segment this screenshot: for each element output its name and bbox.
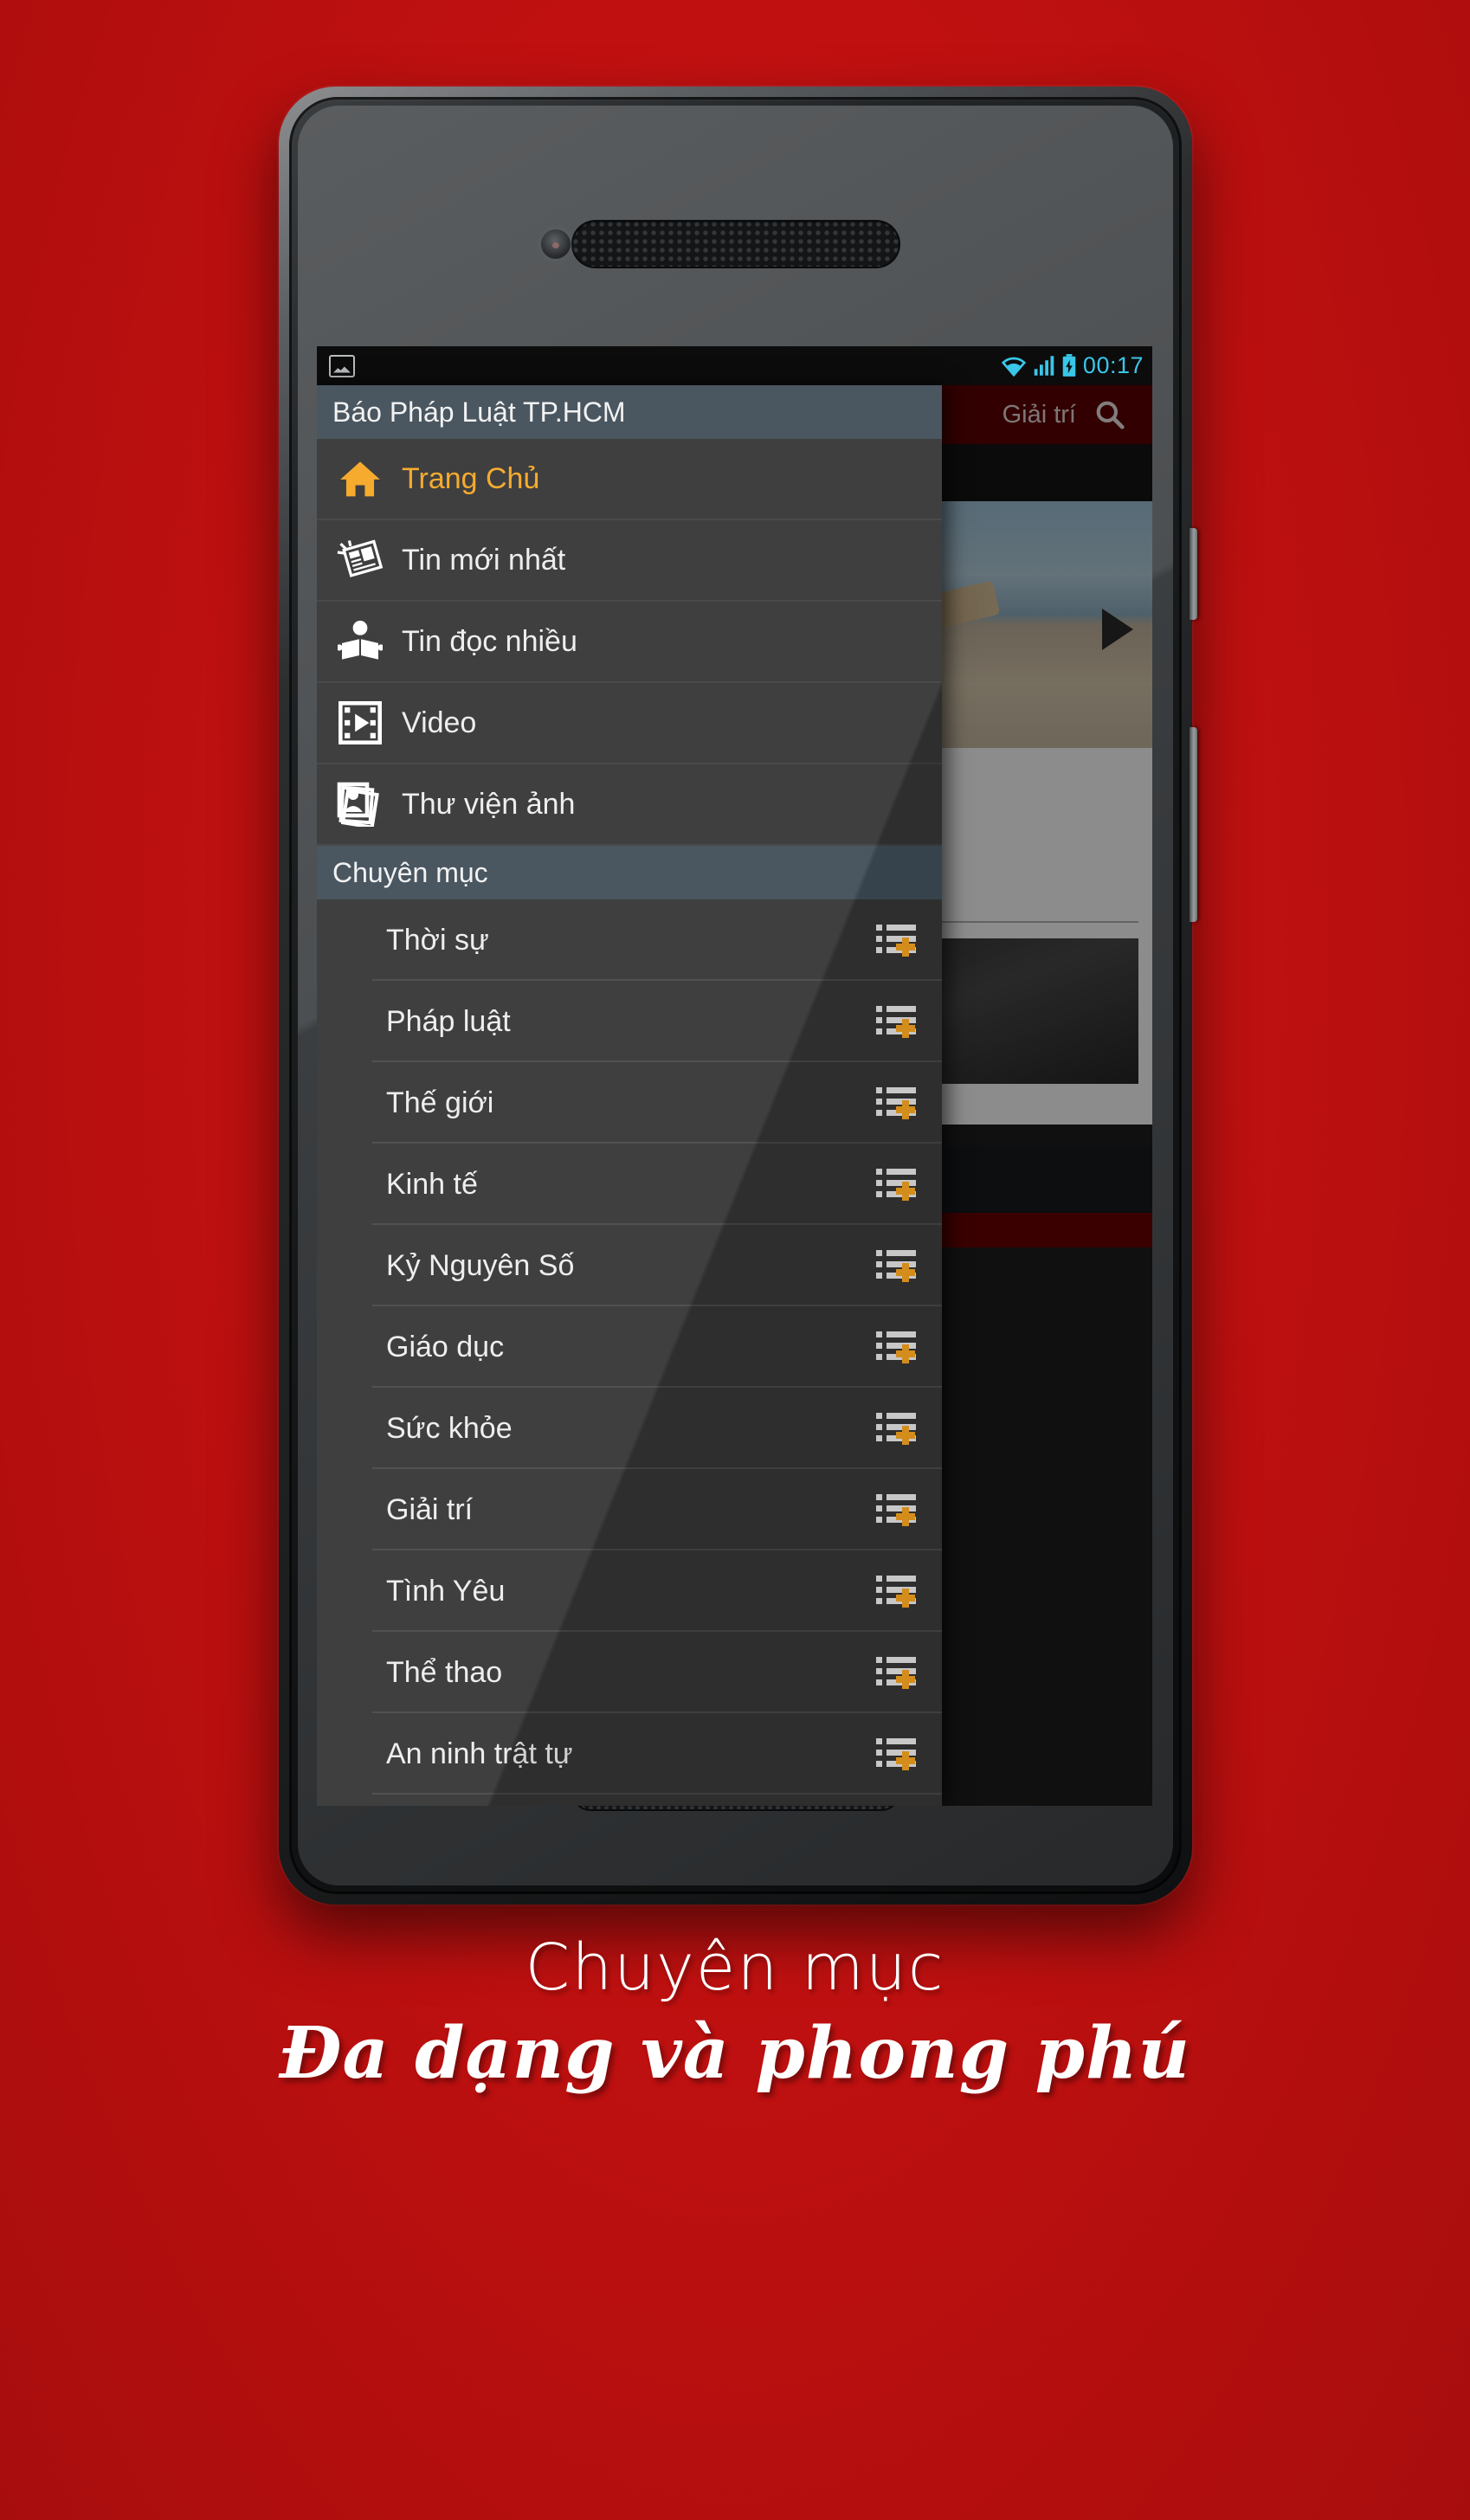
volume-button[interactable]: [1190, 727, 1197, 922]
sidebar-item-thu-vien-anh[interactable]: Thư viện ảnh: [317, 764, 942, 846]
sidebar-category-an-ninh-trat-tu[interactable]: An ninh trật tự: [317, 1713, 942, 1795]
sidebar-category-label: Thế giới: [386, 1086, 494, 1119]
app-bar-title: Giải trí: [1002, 400, 1076, 429]
sidebar-category-kinh-te[interactable]: Kinh tế: [317, 1144, 942, 1225]
status-bar-system-icons: 00:17: [1001, 352, 1144, 379]
sidebar-category-label: Giáo dục: [386, 1330, 505, 1363]
photo-stack-icon: [336, 780, 384, 828]
sidebar-category-tinh-yeu[interactable]: Tình Yêu: [317, 1550, 942, 1632]
battery-charging-icon: [1062, 354, 1076, 377]
sidebar-category-giai-tri[interactable]: Giải trí: [317, 1469, 942, 1550]
drawer-section-title: Chuyên mục: [332, 856, 488, 888]
sidebar-category-label: Thể thao: [386, 1655, 503, 1689]
earpiece-speaker-icon: [571, 220, 900, 268]
status-bar-clock: 00:17: [1082, 352, 1144, 378]
list-add-icon[interactable]: [876, 1250, 916, 1282]
sidebar-category-label: Sức khỏe: [386, 1411, 513, 1445]
image-icon: [329, 354, 355, 377]
list-add-icon[interactable]: [876, 1169, 916, 1201]
list-add-icon[interactable]: [876, 1738, 916, 1770]
sidebar-category-the-thao[interactable]: Thể thao: [317, 1632, 942, 1713]
drawer-header: Báo Pháp Luật TP.HCM: [317, 385, 942, 439]
sidebar-category-phap-luat[interactable]: Pháp luật: [317, 981, 942, 1062]
drawer-section-header: Chuyên mục: [317, 846, 942, 899]
sidebar-item-video[interactable]: Video: [317, 683, 942, 764]
next-arrow-icon[interactable]: [1102, 609, 1133, 651]
sidebar-category-label: Tình Yêu: [386, 1574, 506, 1608]
home-icon: [336, 454, 384, 503]
sidebar-category-label: Kinh tế: [386, 1167, 478, 1201]
sidebar-category-giao-duc[interactable]: Giáo dục: [317, 1306, 942, 1388]
list-add-icon[interactable]: [876, 1413, 916, 1445]
list-add-icon[interactable]: [876, 1331, 916, 1363]
sidebar-category-label: Giải trí: [386, 1492, 474, 1526]
sidebar-category-suc-khoe[interactable]: Sức khỏe: [317, 1388, 942, 1469]
sidebar-category-ky-nguyen-so[interactable]: Kỷ Nguyên Số: [317, 1225, 942, 1306]
sidebar-item-label: Tin đọc nhiều: [402, 624, 577, 658]
phone-device: 00:17 Giải trí c nhiều a showbiz gười đẹ…: [279, 87, 1197, 1905]
list-add-icon[interactable]: [876, 1657, 916, 1689]
sidebar-item-label: Trang Chủ: [402, 461, 540, 495]
list-add-icon[interactable]: [876, 1006, 916, 1038]
list-add-icon[interactable]: [876, 925, 916, 957]
sidebar-item-tin-doc-nhieu[interactable]: Tin đọc nhiều: [317, 602, 942, 683]
status-bar: 00:17: [317, 346, 1152, 385]
list-add-icon[interactable]: [876, 1087, 916, 1119]
sidebar-category-label: Thời sự: [386, 923, 489, 957]
sidebar-item-label: Video: [402, 706, 477, 739]
phone-screen: 00:17 Giải trí c nhiều a showbiz gười đẹ…: [317, 346, 1152, 1806]
sidebar-category-the-gioi[interactable]: Thế giới: [317, 1062, 942, 1144]
navigation-drawer: Báo Pháp Luật TP.HCM Trang Chủ Tin mới n…: [317, 385, 942, 1806]
sidebar-item-label: Thư viện ảnh: [402, 787, 576, 821]
film-icon: [336, 699, 384, 747]
drawer-app-title: Báo Pháp Luật TP.HCM: [332, 396, 626, 428]
newspaper-icon: [336, 536, 384, 584]
front-camera-icon: [541, 229, 571, 259]
reader-icon: [336, 617, 384, 666]
sidebar-category-thoi-su[interactable]: Thời sự: [317, 899, 942, 981]
cellular-signal-icon: [1034, 356, 1054, 376]
marketing-subheadline: Đa dạng và phong phú: [279, 2012, 1191, 2095]
marketing-headline: Chuyên mục: [525, 1930, 945, 2005]
sidebar-category-label: An ninh trật tự: [386, 1737, 573, 1770]
wifi-icon: [1001, 357, 1027, 377]
status-bar-notifications: [329, 354, 355, 377]
search-icon[interactable]: [1093, 398, 1126, 431]
sidebar-item-label: Tin mới nhất: [402, 543, 566, 577]
sidebar-item-tin-moi-nhat[interactable]: Tin mới nhất: [317, 520, 942, 602]
sidebar-item-trang-chu[interactable]: Trang Chủ: [317, 439, 942, 520]
marketing-caption: Chuyên mục Đa dạng và phong phú: [0, 1930, 1470, 2095]
list-add-icon[interactable]: [876, 1494, 916, 1526]
list-add-icon[interactable]: [876, 1576, 916, 1608]
power-button[interactable]: [1190, 528, 1197, 620]
sidebar-category-label: Kỷ Nguyên Số: [386, 1248, 575, 1282]
sidebar-category-label: Pháp luật: [386, 1004, 511, 1038]
